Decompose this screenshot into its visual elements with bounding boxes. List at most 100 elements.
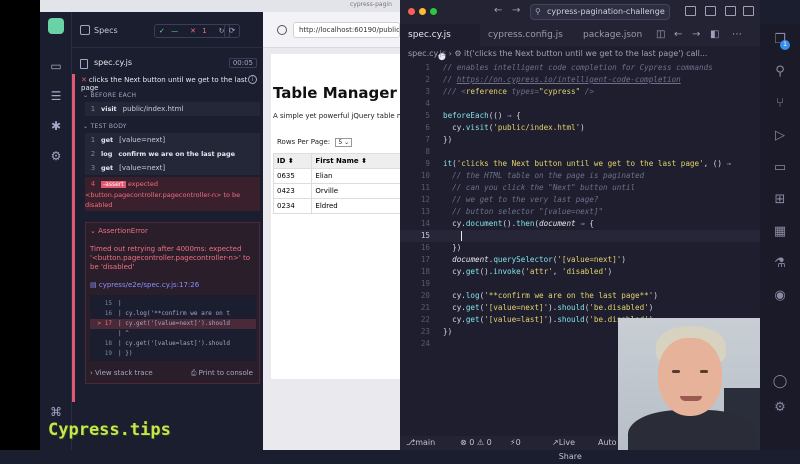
code-line: 12 // we get to the very last page? [420, 195, 599, 204]
aut-url-bar[interactable]: http://localhost:60190/public/index.html [293, 22, 400, 38]
aut-page-subtitle: A simple yet powerful jQuery table m [273, 112, 404, 120]
specs-list-icon[interactable] [80, 25, 90, 35]
branch-indicator[interactable]: ⎇ main [406, 436, 435, 450]
code-line: 1// enables intelligent code completion … [425, 63, 713, 72]
account-icon[interactable]: ◯ [772, 374, 788, 390]
spec-filename: spec.cy.js [94, 58, 133, 67]
source-control-icon[interactable]: ⑂ [772, 96, 788, 112]
extensions-icon[interactable]: ⊞ [772, 192, 788, 208]
command-center-search[interactable]: ⚲ cypress-pagination-challenge [530, 4, 670, 20]
testing-flask-icon[interactable]: ⚗ [772, 256, 788, 272]
close-window-icon[interactable] [408, 8, 415, 15]
data-table: ID ⬍ First Name ⬍ 0635 Elian 0423 Orville … [272, 153, 403, 214]
error-title: ⌄ AssertionError [90, 227, 148, 235]
auto-indicator[interactable]: Auto [598, 436, 617, 450]
table-cell: 0635 [272, 168, 313, 184]
remote-explorer-icon[interactable]: ▭ [772, 160, 788, 176]
table-cell: Orville [311, 183, 403, 199]
open-changes-icon[interactable]: ◧ [710, 29, 719, 40]
activity-bar: ❐ 1 ⚲ ⑂ ▷ ▭ ⊞ ▦ ⚗ ◉ ◯ ⚙ [760, 24, 800, 450]
split-editor-icon[interactable]: ◫ [656, 29, 665, 40]
failed-count: ✕ 1 [190, 27, 207, 35]
before-each-label[interactable]: ⌄ BEFORE EACH [83, 92, 136, 99]
presenter-eye [672, 370, 680, 373]
docker-icon[interactable]: ▦ [772, 224, 788, 240]
code-line: 14 cy.document().then(document ⇒ { [420, 219, 594, 228]
failed-test[interactable]: ✕ clicks the Next button until we get to … [72, 74, 263, 402]
code-line: 3/// <reference types="cypress" /> [425, 87, 594, 96]
run-debug-icon[interactable]: ▷ [772, 128, 788, 144]
cypress-reporter: Specs ✓ — ✕ 1 ↻ ⟳ spec.cy.js 00:05 ✕ clic… [72, 12, 263, 450]
test-stats: ✓ — ✕ 1 ↻ [154, 24, 230, 38]
tab-spec-cy-js[interactable]: spec.cy.js● [400, 24, 480, 62]
failed-assertion-row[interactable]: 4 -assert expected <button.pagecontroller… [85, 177, 260, 211]
code-line: 7}) [425, 135, 453, 144]
webcam-overlay [618, 318, 760, 450]
spec-duration: 00:05 [228, 58, 257, 68]
more-actions-icon[interactable]: ⋯ [732, 29, 742, 40]
rows-per-page-select[interactable]: 5 ⌄ [335, 138, 353, 147]
zoom-window-icon[interactable] [430, 8, 437, 15]
vscode-titlebar: ← → ⚲ cypress-pagination-challenge [400, 0, 760, 24]
settings-gear-icon[interactable]: ⚙ [48, 148, 64, 164]
column-header[interactable]: ID ⬍ [272, 153, 313, 169]
print-to-console-button[interactable]: ⎙ Print to console [191, 369, 253, 378]
toggle-sidebar-icon[interactable] [685, 6, 696, 16]
command-row[interactable]: 1 visit public/index.html [85, 102, 260, 116]
code-line: 19 [420, 279, 430, 288]
code-line: 20 cy.log('**confirm we are on the last … [420, 291, 658, 300]
presenter-body [628, 410, 758, 450]
code-frame-line: 19 | }) [104, 350, 133, 357]
tab-cypress-config-js[interactable]: cypress.config.js [480, 24, 570, 46]
tab-package-json[interactable]: package.json [575, 24, 645, 46]
cypress-tips-watermark: Cypress.tips [48, 420, 171, 440]
presenter-face [658, 338, 722, 416]
test-body-label[interactable]: ⌄ TEST BODY [83, 123, 127, 130]
minimize-window-icon[interactable] [419, 8, 426, 15]
go-forward-icon[interactable]: → [692, 29, 700, 40]
table-cell: Eldred [311, 198, 403, 214]
table-row: 0423 Orville [272, 183, 403, 199]
back-arrow-icon[interactable]: ← [494, 5, 502, 16]
presenter-eye [700, 370, 708, 373]
debug-nav-icon[interactable]: ✱ [48, 118, 64, 134]
test-title[interactable]: ✕ clicks the Next button until we get to … [81, 76, 263, 92]
live-share-button[interactable]: ↗ Live Share [552, 436, 582, 461]
search-icon[interactable]: ⚲ [772, 64, 788, 80]
command-row[interactable]: 3 get [value=next] [85, 161, 260, 175]
code-line: 2// https://on.cypress.io/intelligent-co… [425, 75, 681, 84]
runs-nav-icon[interactable]: ☰ [48, 88, 64, 104]
specs-nav-icon[interactable]: ▭ [48, 58, 64, 74]
toggle-secondary-sidebar-icon[interactable] [725, 6, 736, 16]
command-row[interactable]: 2 log confirm we are on the last page [85, 147, 260, 161]
command-row[interactable]: 1 get [value=next] [85, 133, 260, 147]
specs-label[interactable]: Specs [94, 26, 118, 35]
cypress-sidebar: ▭ ☰ ✱ ⚙ ⌘ [40, 12, 72, 450]
rows-per-page: Rows Per Page: 5 ⌄ [277, 138, 353, 147]
code-line: 13 // button selector "[value=next]" [420, 207, 604, 216]
code-line: 16 }) [420, 243, 462, 252]
forward-arrow-icon[interactable]: → [512, 5, 520, 16]
column-header[interactable]: First Name ⬍ [311, 153, 403, 169]
breadcrumb[interactable]: spec.cy.js › ⚙ it('clicks the Next butto… [400, 46, 760, 62]
manage-gear-icon[interactable]: ⚙ [772, 400, 788, 416]
passed-count: ✓ — [159, 27, 179, 35]
problems-indicator[interactable]: ⊗ 0 ⚠ 0 [460, 436, 492, 450]
keyboard-shortcuts-icon[interactable]: ⌘ [48, 404, 64, 420]
error-file-link[interactable]: ▤ cypress/e2e/spec.cy.js:17:26 [90, 281, 199, 289]
error-panel: ⌄ AssertionError Timed out retrying afte… [85, 222, 260, 384]
error-message: Timed out retrying after 4000ms: expecte… [90, 245, 250, 271]
code-line: 10 // the HTML table on the page is pagi… [420, 171, 645, 180]
rerun-button[interactable]: ⟳ [224, 24, 240, 38]
github-icon[interactable]: ◉ [772, 288, 788, 304]
ports-indicator[interactable]: ⚡ 0 [510, 436, 521, 450]
go-back-icon[interactable]: ← [674, 29, 682, 40]
aut-page [271, 54, 400, 379]
selector-playground-icon[interactable] [277, 25, 287, 35]
toggle-panel-icon[interactable] [705, 6, 716, 16]
info-icon[interactable]: i [248, 75, 257, 84]
code-frame-line: 18 | cy.get('[value=last]').should [104, 340, 230, 347]
view-stack-trace-button[interactable]: › View stack trace [90, 369, 153, 377]
customize-layout-icon[interactable] [743, 6, 754, 16]
table-header-row: ID ⬍ First Name ⬍ [272, 153, 403, 169]
